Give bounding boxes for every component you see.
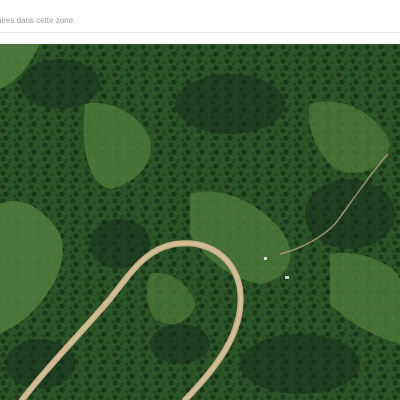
satellite-imagery xyxy=(0,44,400,400)
results-panel: aires dans cette zone. xyxy=(0,0,400,33)
panel-separator xyxy=(0,33,400,44)
no-results-message: aires dans cette zone. xyxy=(0,16,76,25)
small-structure xyxy=(285,276,289,279)
satellite-map[interactable] xyxy=(0,44,400,400)
small-structure xyxy=(264,257,267,260)
page: aires dans cette zone. xyxy=(0,0,400,400)
